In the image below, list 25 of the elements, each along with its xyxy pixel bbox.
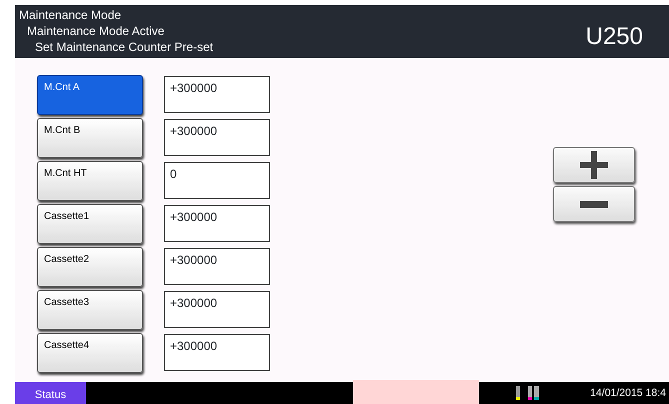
mode-code: U250	[586, 22, 644, 52]
plus-button[interactable]	[553, 147, 635, 183]
header-subtitle: Set Maintenance Counter Pre-set	[34, 39, 214, 55]
date-time: 14/01/2015 18:4	[590, 386, 666, 401]
value-field[interactable]: 0	[164, 162, 270, 199]
counter-button[interactable]: Cassette4	[37, 333, 143, 373]
plus-icon	[580, 151, 608, 179]
header-subtitle: Maintenance Mode Active	[26, 23, 166, 39]
value-field[interactable]: +300000	[164, 76, 270, 113]
counter-button[interactable]: Cassette2	[37, 247, 143, 287]
counter-button[interactable]: M.Cnt A	[37, 75, 143, 115]
value-field[interactable]: +300000	[164, 119, 270, 156]
status-button[interactable]: Status	[15, 382, 86, 404]
counter-button[interactable]: M.Cnt B	[37, 118, 143, 158]
value-field[interactable]: +300000	[164, 248, 270, 285]
value-field[interactable]: +300000	[164, 334, 270, 371]
counter-button[interactable]: Cassette3	[37, 290, 143, 330]
toner-gauge-icon	[516, 386, 542, 400]
counter-button[interactable]: M.Cnt HT	[37, 161, 143, 201]
value-field[interactable]: +300000	[164, 291, 270, 328]
minus-icon	[580, 200, 608, 208]
header-title: Maintenance Mode	[18, 7, 122, 23]
counter-button[interactable]: Cassette1	[37, 204, 143, 244]
minus-button[interactable]	[553, 186, 635, 222]
value-field[interactable]: +300000	[164, 205, 270, 242]
